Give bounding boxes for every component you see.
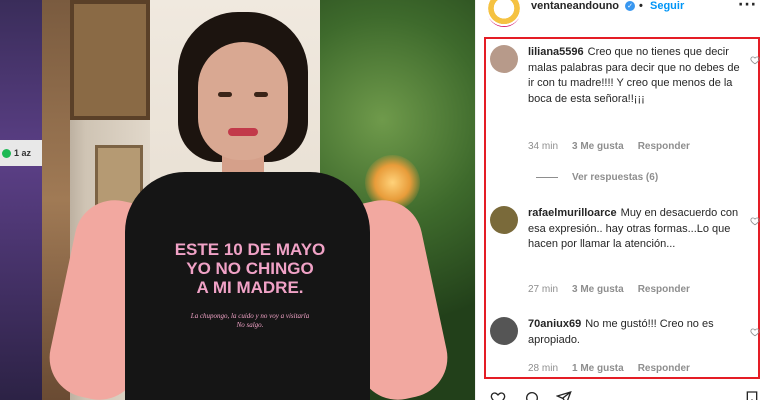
comment-meta: 34 min 3 Me gusta Responder bbox=[528, 141, 690, 152]
heart-icon[interactable] bbox=[750, 55, 760, 65]
shirt-small-text: La chupongo, la cuido y no voy a visitar… bbox=[190, 312, 310, 329]
comment-username[interactable]: rafaelmurilloarce bbox=[528, 207, 617, 219]
share-icon[interactable] bbox=[556, 390, 572, 400]
follow-button[interactable]: Seguir bbox=[650, 0, 684, 12]
header-separator: • bbox=[639, 0, 643, 12]
avatar[interactable] bbox=[490, 317, 518, 345]
reply-button[interactable]: Responder bbox=[638, 141, 690, 152]
eye-right bbox=[254, 92, 268, 97]
likes-count[interactable]: 1 Me gusta bbox=[572, 363, 624, 374]
verified-icon: ✓ bbox=[625, 1, 635, 11]
instagram-post-view: 1 az ESTE 10 DE MAYO YO NO CHINGO A MI M… bbox=[0, 0, 768, 400]
bookmark-icon[interactable] bbox=[744, 390, 760, 400]
post-photo[interactable]: 1 az ESTE 10 DE MAYO YO NO CHINGO A MI M… bbox=[0, 0, 475, 400]
post-username[interactable]: ventaneandouno bbox=[531, 0, 619, 12]
comment-meta: 28 min 1 Me gusta Responder bbox=[528, 363, 690, 374]
comment-username[interactable]: 70aniux69 bbox=[528, 318, 581, 330]
spotify-icon bbox=[2, 148, 11, 158]
action-bar bbox=[476, 388, 768, 400]
shirt-slogan: ESTE 10 DE MAYO YO NO CHINGO A MI MADRE. bbox=[174, 240, 326, 297]
comment-body: 70aniux69 No me gustó!!! Creo no es aprop… bbox=[528, 317, 743, 348]
view-replies-label[interactable]: Ver respuestas (6) bbox=[572, 172, 658, 183]
comment-username[interactable]: liliana5596 bbox=[528, 46, 584, 58]
comment-icon[interactable] bbox=[524, 390, 540, 400]
likes-count[interactable]: 3 Me gusta bbox=[572, 141, 624, 152]
strip-badge: 1 az bbox=[0, 140, 42, 166]
replies-divider bbox=[536, 177, 558, 178]
view-replies[interactable]: Ver respuestas (6) bbox=[536, 172, 658, 183]
reply-button[interactable]: Responder bbox=[638, 284, 690, 295]
avatar[interactable] bbox=[490, 206, 518, 234]
reply-button[interactable]: Responder bbox=[638, 363, 690, 374]
lips bbox=[228, 128, 258, 136]
eye-left bbox=[218, 92, 232, 97]
heart-icon[interactable] bbox=[750, 327, 760, 337]
heart-icon[interactable] bbox=[750, 216, 760, 226]
avatar[interactable] bbox=[487, 0, 521, 27]
post-header: ventaneandouno ✓ • Seguir ··· bbox=[476, 0, 768, 27]
comments-panel: ventaneandouno ✓ • Seguir ··· liliana559… bbox=[475, 0, 768, 400]
likes-count[interactable]: 3 Me gusta bbox=[572, 284, 624, 295]
comment-time: 28 min bbox=[528, 363, 559, 374]
comment-meta: 27 min 3 Me gusta Responder bbox=[528, 284, 690, 295]
face bbox=[198, 42, 288, 160]
wall-frame bbox=[70, 0, 150, 120]
left-video-strip: 1 az bbox=[0, 0, 42, 400]
comment-time: 27 min bbox=[528, 284, 559, 295]
comment-body: liliana5596 Creo que no tienes que decir … bbox=[528, 45, 743, 107]
comment-time: 34 min bbox=[528, 141, 559, 152]
avatar[interactable] bbox=[490, 45, 518, 73]
strip-badge-text: 1 az bbox=[14, 148, 32, 158]
comment-body: rafaelmurilloarce Muy en desacuerdo con e… bbox=[528, 206, 743, 253]
heart-icon[interactable] bbox=[490, 390, 506, 400]
more-icon[interactable]: ··· bbox=[738, 0, 757, 13]
